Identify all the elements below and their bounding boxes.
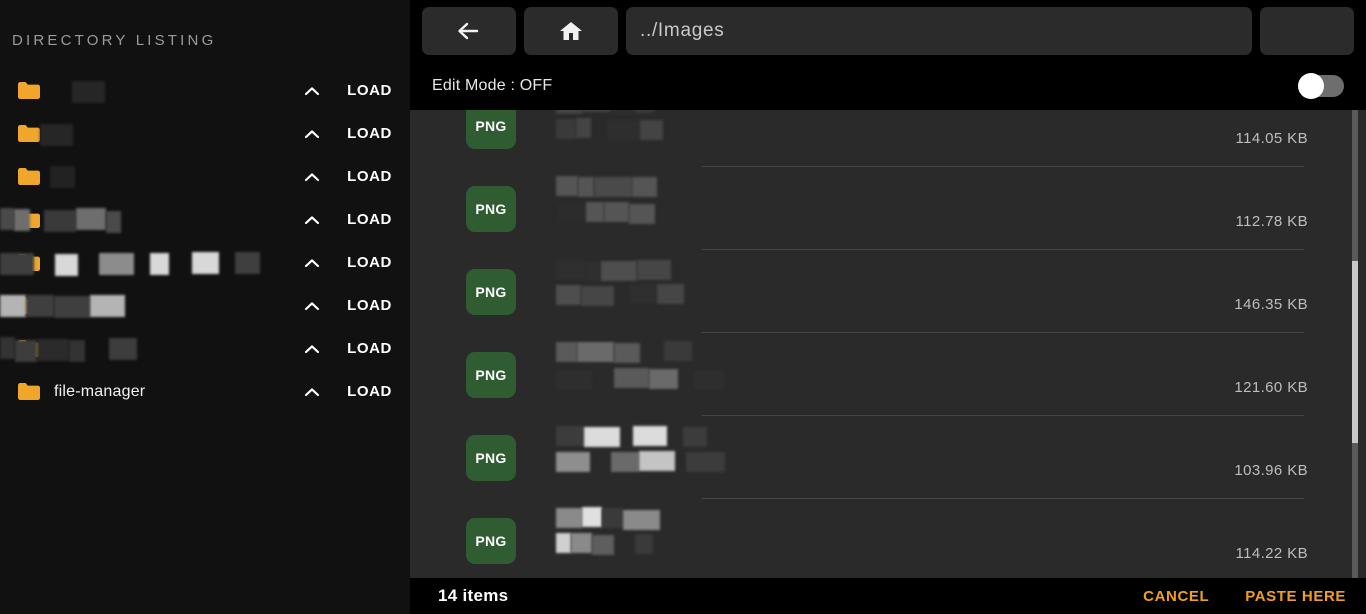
load-button[interactable]: LOAD (347, 168, 392, 185)
load-button[interactable]: LOAD (347, 211, 392, 228)
back-button[interactable] (422, 7, 516, 55)
sidebar-item-file-manager[interactable]: file-manager LOAD (0, 370, 410, 413)
sidebar-item-redacted[interactable]: LOAD (0, 155, 410, 198)
file-list: PNG 114.05 KB PNG 112.78 KB PNG 146.35 KB PNG 1… (410, 110, 1366, 614)
directory-sidebar: DIRECTORY LISTING LOAD LOAD LOAD LOAD LOAD LO… (0, 0, 410, 614)
cancel-button[interactable]: CANCEL (1143, 588, 1209, 605)
file-row[interactable]: PNG 114.22 KB (410, 499, 1366, 582)
overflow-menu-button[interactable] (1260, 7, 1354, 55)
chevron-up-icon[interactable] (301, 215, 323, 225)
file-size-label: 114.22 KB (1235, 545, 1308, 562)
directory-list: LOAD LOAD LOAD LOAD LOAD LOAD LOAD file-manager… (0, 69, 410, 413)
arrow-left-icon (456, 21, 482, 41)
item-count-label: 14 items (438, 586, 509, 605)
load-button[interactable]: LOAD (347, 383, 392, 400)
sidebar-item-redacted[interactable]: LOAD (0, 327, 410, 370)
folder-icon (18, 383, 40, 400)
file-name-area: 112.78 KB (556, 167, 1366, 250)
chevron-up-icon[interactable] (301, 258, 323, 268)
file-type-badge: PNG (466, 110, 516, 149)
bottom-actions: CANCEL PASTE HERE (1143, 588, 1346, 605)
load-button[interactable]: LOAD (347, 297, 392, 314)
folder-icon (18, 125, 40, 142)
file-name-area: 146.35 KB (556, 250, 1366, 333)
file-type-badge: PNG (466, 517, 516, 564)
folder-icon (18, 168, 40, 185)
file-size-label: 146.35 KB (1234, 296, 1308, 313)
sidebar-item-redacted[interactable]: LOAD (0, 112, 410, 155)
scrollbar-track[interactable] (1352, 110, 1358, 614)
path-text: ../Images (640, 20, 725, 41)
load-button[interactable]: LOAD (347, 82, 392, 99)
main-pane: ../Images Edit Mode : OFF PNG 114.05 KB PN… (410, 0, 1366, 614)
file-name-area: 114.05 KB (556, 110, 1366, 167)
chevron-up-icon[interactable] (301, 344, 323, 354)
file-type-badge: PNG (466, 268, 516, 315)
edit-mode-bar: Edit Mode : OFF (410, 62, 1366, 110)
folder-icon (18, 297, 40, 314)
paste-here-button[interactable]: PASTE HERE (1245, 588, 1346, 605)
file-size-label: 103.96 KB (1234, 462, 1308, 479)
home-button[interactable] (524, 7, 618, 55)
sidebar-title: DIRECTORY LISTING (12, 32, 217, 49)
folder-icon (18, 254, 40, 271)
toggle-knob (1298, 73, 1324, 99)
edit-mode-toggle[interactable] (1298, 73, 1344, 99)
load-button[interactable]: LOAD (347, 125, 392, 142)
folder-icon (18, 340, 40, 357)
chevron-up-icon[interactable] (301, 301, 323, 311)
file-row[interactable]: PNG 103.96 KB (410, 416, 1366, 499)
file-size-label: 121.60 KB (1234, 379, 1308, 396)
path-input[interactable]: ../Images (626, 7, 1252, 55)
file-name-area: 103.96 KB (556, 416, 1366, 499)
load-button[interactable]: LOAD (347, 254, 392, 271)
directory-name: file-manager (54, 382, 146, 400)
file-name-area: 121.60 KB (556, 333, 1366, 416)
file-row[interactable]: PNG 112.78 KB (410, 167, 1366, 250)
toolbar: ../Images (410, 0, 1366, 62)
file-list-area: PNG 114.05 KB PNG 112.78 KB PNG 146.35 KB PNG 1… (410, 110, 1366, 614)
chevron-up-icon[interactable] (301, 86, 323, 96)
file-name-area: 114.22 KB (556, 499, 1366, 582)
file-type-badge: PNG (466, 185, 516, 232)
chevron-up-icon[interactable] (301, 129, 323, 139)
sidebar-item-redacted[interactable]: LOAD (0, 69, 410, 112)
file-type-badge: PNG (466, 351, 516, 398)
sidebar-item-redacted[interactable]: LOAD (0, 241, 410, 284)
file-row[interactable]: PNG 114.05 KB (410, 110, 1366, 167)
sidebar-item-redacted[interactable]: LOAD (0, 198, 410, 241)
bottom-status-bar: 14 items CANCEL PASTE HERE (410, 578, 1366, 614)
folder-icon (18, 82, 40, 99)
file-manager-window: DIRECTORY LISTING LOAD LOAD LOAD LOAD LOAD LO… (0, 0, 1366, 614)
sidebar-item-redacted[interactable]: LOAD (0, 284, 410, 327)
load-button[interactable]: LOAD (347, 340, 392, 357)
file-row[interactable]: PNG 146.35 KB (410, 250, 1366, 333)
chevron-up-icon[interactable] (301, 172, 323, 182)
file-size-label: 112.78 KB (1235, 213, 1308, 230)
home-icon (559, 20, 583, 42)
edit-mode-label: Edit Mode : OFF (432, 77, 553, 94)
folder-icon (18, 211, 40, 228)
file-type-badge: PNG (466, 434, 516, 481)
scrollbar-thumb[interactable] (1352, 261, 1358, 443)
file-row[interactable]: PNG 121.60 KB (410, 333, 1366, 416)
file-size-label: 114.05 KB (1235, 130, 1308, 147)
chevron-up-icon[interactable] (301, 387, 323, 397)
